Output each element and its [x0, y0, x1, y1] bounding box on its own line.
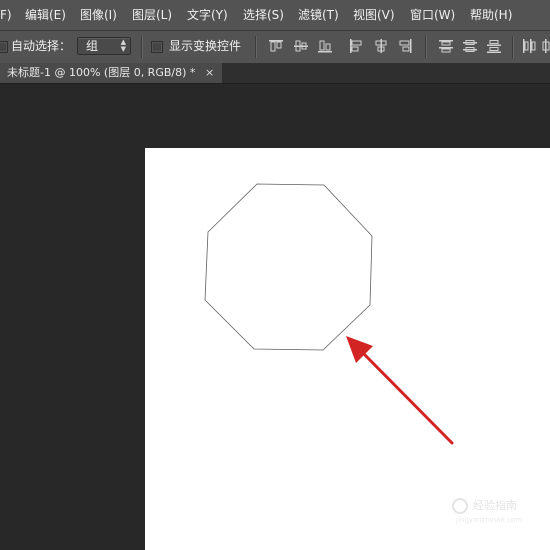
watermark-logo-icon	[452, 498, 468, 514]
canvas-overlay	[204, 183, 454, 445]
watermark-url: jingyanzhinan.com	[456, 516, 523, 524]
watermark: 经验指南 jingyanzhinan.com	[452, 498, 532, 528]
octagon-path	[204, 183, 373, 351]
watermark-text: 经验指南	[473, 499, 517, 512]
arrow-shaft	[360, 350, 454, 445]
photoshop-window: F) 编辑(E) 图像(I) 图层(L) 文字(Y) 选择(S) 滤镜(T) 视…	[0, 0, 550, 550]
